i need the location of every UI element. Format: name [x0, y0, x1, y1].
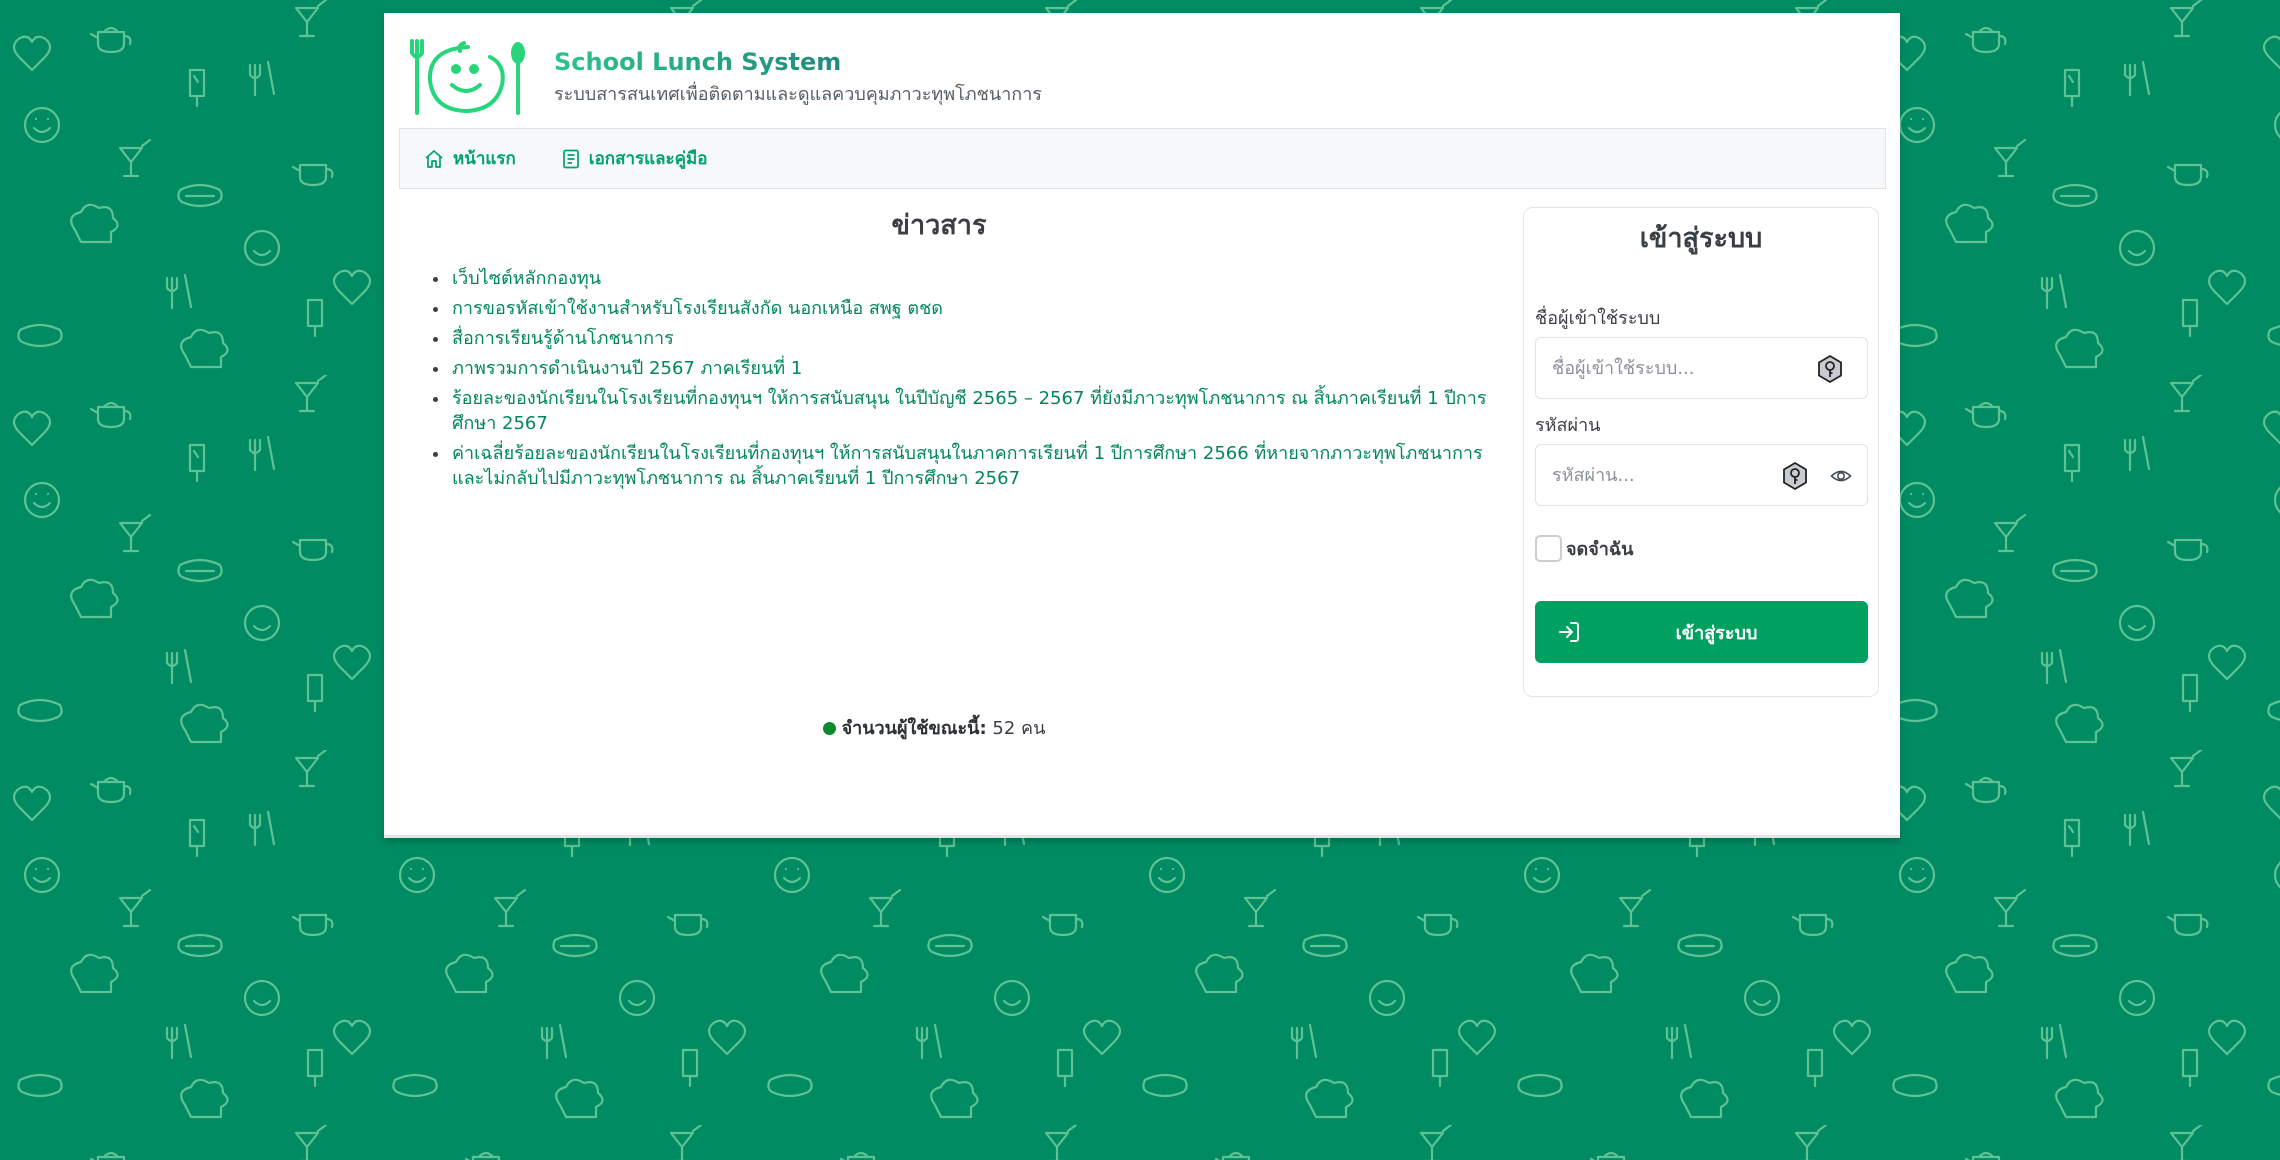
document-icon	[562, 149, 579, 168]
brand: School Lunch System ระบบสารสนเทศเพื่อติด…	[554, 47, 1042, 107]
main-card: School Lunch System ระบบสารสนเทศเพื่อติด…	[384, 13, 1900, 838]
news-title: ข่าวสาร	[891, 210, 987, 241]
login-box: เข้าสู่ระบบ ชื่อผู้เข้าใช้ระบบ รหัสผ่าน	[1523, 207, 1879, 697]
username-label: ชื่อผู้เข้าใช้ระบบ	[1535, 308, 1661, 329]
online-users-label: จำนวนผู้ใช้ขณะนี้:	[841, 718, 987, 739]
remember-me-checkbox[interactable]	[1535, 535, 1562, 562]
news-item: เว็บไซต์หลักกองทุน	[450, 266, 1500, 291]
username-input[interactable]	[1537, 339, 1777, 397]
remember-me: จดจำฉัน	[1535, 534, 1633, 563]
sign-in-icon	[1559, 622, 1579, 642]
login-title: เข้าสู่ระบบ	[1639, 223, 1763, 254]
login-button-label: เข้าสู่ระบบ	[1675, 622, 1758, 644]
header: School Lunch System ระบบสารสนเทศเพื่อติด…	[408, 37, 1708, 117]
key-icon	[1783, 461, 1807, 491]
nav-item-documents[interactable]: เอกสารและคู่มือ	[562, 145, 708, 172]
news-item: ค่าเฉลี่ยร้อยละของนักเรียนในโรงเรียนที่ก…	[450, 441, 1500, 491]
home-icon	[425, 149, 443, 168]
password-label: รหัสผ่าน	[1535, 415, 1601, 436]
news-item: ภาพรวมการดำเนินงานปี 2567 ภาคเรียนที่ 1	[450, 356, 1500, 381]
username-field	[1535, 337, 1868, 399]
news-link[interactable]: ร้อยละของนักเรียนในโรงเรียนที่กองทุนฯ ให…	[452, 388, 1486, 434]
nav-item-home[interactable]: หน้าแรก	[424, 145, 516, 172]
news-link[interactable]: การขอรหัสเข้าใช้งานสำหรับโรงเรียนสังกัด …	[452, 298, 943, 319]
news-link[interactable]: สื่อการเรียนรู้ด้านโภชนาการ	[452, 328, 674, 349]
news-link[interactable]: ภาพรวมการดำเนินงานปี 2567 ภาคเรียนที่ 1	[452, 358, 802, 379]
password-input[interactable]	[1537, 446, 1777, 504]
news-link[interactable]: เว็บไซต์หลักกองทุน	[452, 268, 601, 289]
news-section: ข่าวสาร เว็บไซต์หลักกองทุน การขอรหัสเข้า…	[414, 208, 1514, 496]
login-button[interactable]: เข้าสู่ระบบ	[1535, 601, 1868, 663]
brand-title: School Lunch System	[554, 47, 1042, 77]
navbar: หน้าแรก เอกสารและคู่มือ	[399, 128, 1886, 189]
online-status-dot	[822, 722, 836, 735]
key-icon	[1818, 354, 1842, 384]
school-lunch-logo-icon	[410, 39, 525, 115]
online-users-count: 52 คน	[992, 718, 1046, 739]
nav-item-documents-label: เอกสารและคู่มือ	[588, 149, 708, 169]
news-item: ร้อยละของนักเรียนในโรงเรียนที่กองทุนฯ ให…	[450, 386, 1500, 436]
news-item: การขอรหัสเข้าใช้งานสำหรับโรงเรียนสังกัด …	[450, 296, 1500, 321]
eye-icon[interactable]	[1830, 465, 1852, 487]
password-field	[1535, 444, 1868, 506]
brand-subtitle: ระบบสารสนเทศเพื่อติดตามและดูแลควบคุมภาวะ…	[554, 84, 1042, 105]
news-link[interactable]: ค่าเฉลี่ยร้อยละของนักเรียนในโรงเรียนที่ก…	[452, 443, 1483, 489]
online-users: จำนวนผู้ใช้ขณะนี้: 52 คน	[384, 713, 1484, 742]
nav-item-home-label: หน้าแรก	[453, 149, 516, 169]
remember-me-label: จดจำฉัน	[1566, 539, 1634, 560]
news-list: เว็บไซต์หลักกองทุน การขอรหัสเข้าใช้งานสำ…	[450, 266, 1500, 491]
news-item: สื่อการเรียนรู้ด้านโภชนาการ	[450, 326, 1500, 351]
